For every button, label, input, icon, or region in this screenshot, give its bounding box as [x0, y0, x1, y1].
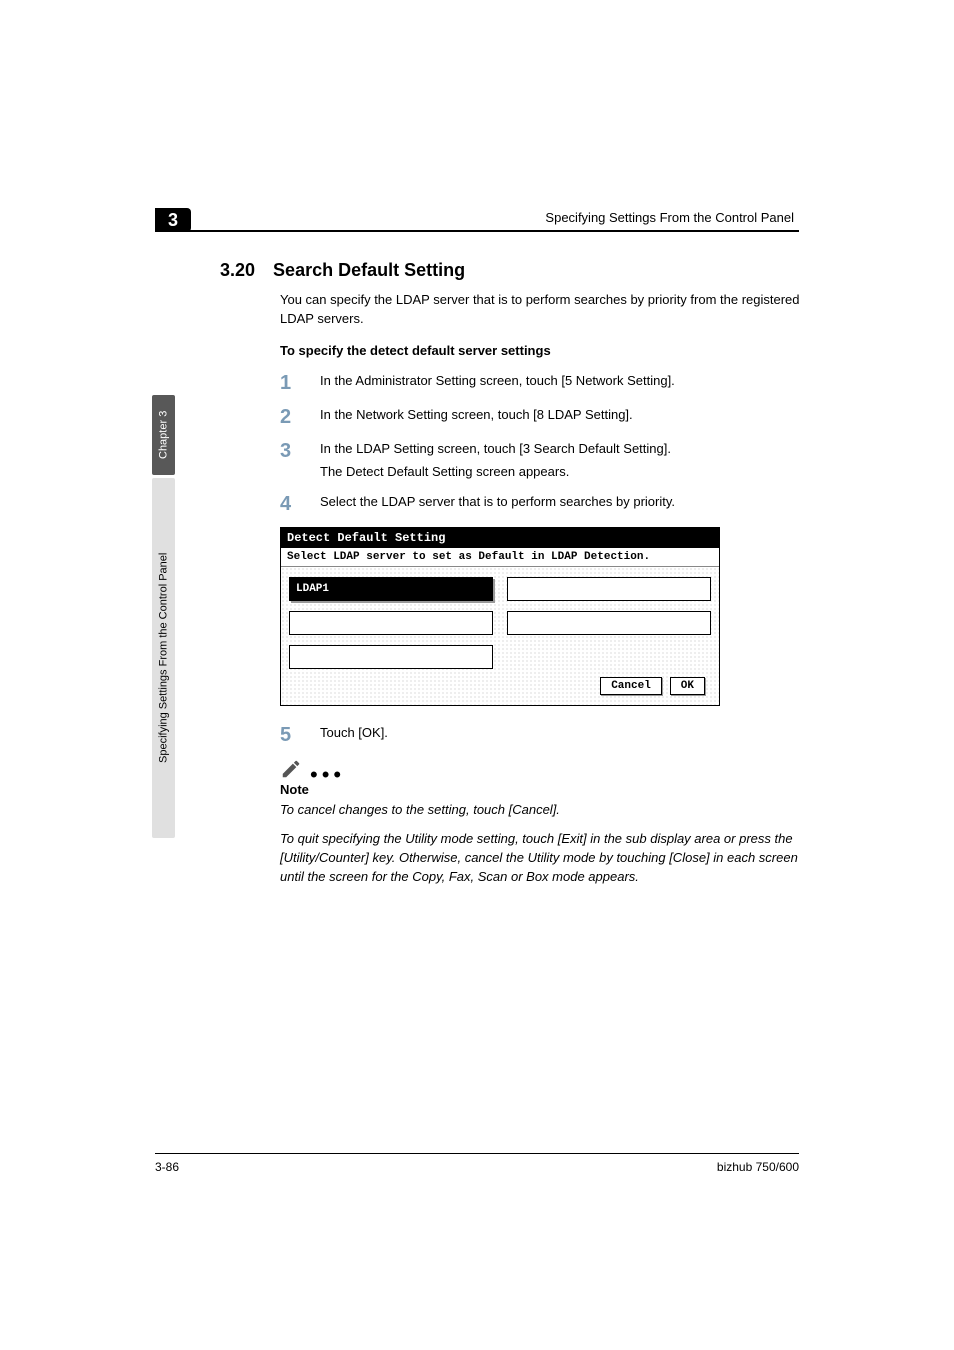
- page-number: 3-86: [155, 1160, 179, 1174]
- ok-button[interactable]: OK: [670, 677, 705, 695]
- step-number: 2: [280, 406, 298, 428]
- ldap-panel-figure: Detect Default Setting Select LDAP serve…: [280, 527, 720, 706]
- section-intro: You can specify the LDAP server that is …: [280, 291, 800, 329]
- note-text-2: To quit specifying the Utility mode sett…: [280, 830, 800, 887]
- step-2: 2 In the Network Setting screen, touch […: [280, 406, 800, 428]
- page-footer: 3-86 bizhub 750/600: [155, 1153, 799, 1174]
- section-title: Search Default Setting: [273, 260, 465, 281]
- side-tab-title: Specifying Settings From the Control Pan…: [152, 478, 175, 838]
- ldap-slot-2[interactable]: [507, 577, 711, 601]
- step-4: 4 Select the LDAP server that is to perf…: [280, 493, 800, 515]
- ldap-slot-4[interactable]: [507, 611, 711, 635]
- ldap-slot-3[interactable]: [289, 611, 493, 635]
- step-3: 3 In the LDAP Setting screen, touch [3 S…: [280, 440, 800, 482]
- sub-heading: To specify the detect default server set…: [280, 343, 800, 358]
- step-text: In the Network Setting screen, touch [8 …: [320, 406, 633, 428]
- header-rule: [155, 230, 799, 232]
- step-text: Select the LDAP server that is to perfor…: [320, 493, 675, 515]
- pencil-icon: [280, 758, 302, 780]
- panel-subtitle: Select LDAP server to set as Default in …: [281, 548, 719, 567]
- note-icon: •••: [280, 758, 800, 780]
- step-number: 5: [280, 724, 298, 746]
- step-number: 4: [280, 493, 298, 515]
- step-text: Touch [OK].: [320, 724, 388, 746]
- step-text: In the Administrator Setting screen, tou…: [320, 372, 675, 394]
- ldap-slot-5[interactable]: [289, 645, 493, 669]
- step-number: 1: [280, 372, 298, 394]
- note-text-1: To cancel changes to the setting, touch …: [280, 801, 800, 820]
- note-dots: •••: [310, 770, 345, 780]
- product-name: bizhub 750/600: [717, 1160, 799, 1174]
- step-number: 3: [280, 440, 298, 482]
- ldap-slot-1[interactable]: LDAP1: [289, 577, 493, 601]
- step-text: In the LDAP Setting screen, touch [3 Sea…: [320, 440, 671, 459]
- chapter-badge: 3: [155, 208, 191, 232]
- running-header: Specifying Settings From the Control Pan…: [545, 210, 794, 225]
- step-subtext: The Detect Default Setting screen appear…: [320, 463, 671, 482]
- cancel-button[interactable]: Cancel: [600, 677, 662, 695]
- side-tab-chapter: Chapter 3: [152, 395, 175, 475]
- section-number: 3.20: [220, 260, 255, 281]
- panel-title: Detect Default Setting: [281, 528, 719, 548]
- step-5: 5 Touch [OK].: [280, 724, 800, 746]
- note-label: Note: [280, 782, 800, 797]
- step-1: 1 In the Administrator Setting screen, t…: [280, 372, 800, 394]
